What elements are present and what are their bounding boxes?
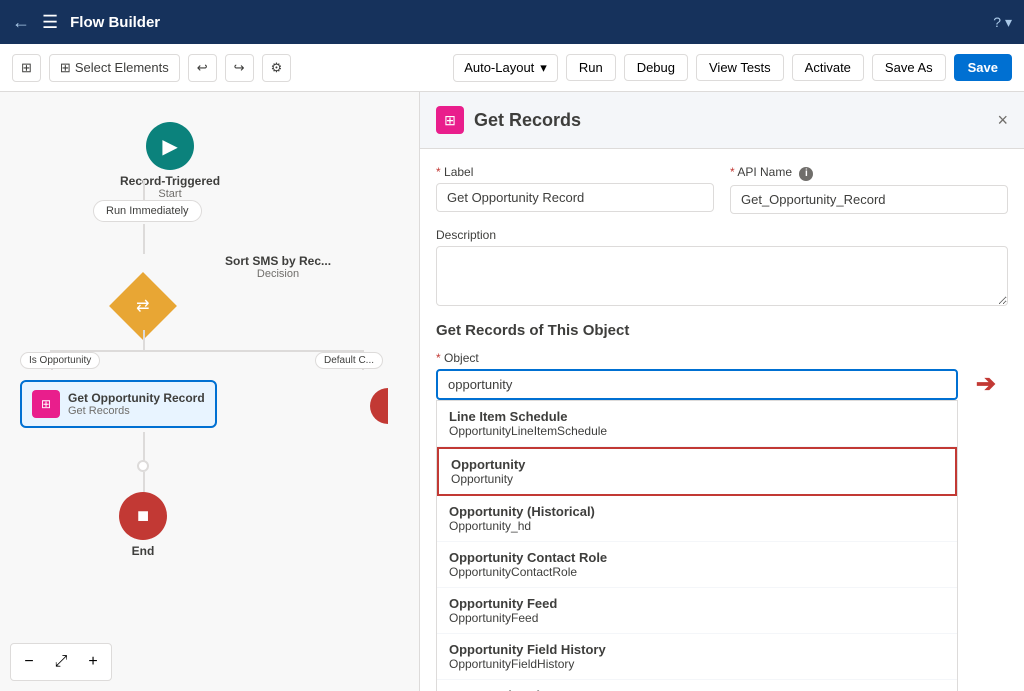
connector-2 xyxy=(143,224,145,254)
close-button[interactable]: × xyxy=(997,110,1008,131)
dropdown-item[interactable]: Opportunity HistoryOpportunityHistory xyxy=(437,680,957,691)
object-label: * Object xyxy=(436,351,958,365)
nav-logo-icon: ☰ xyxy=(42,12,58,33)
side-panel: ⊞ Get Records × * Label * API Name xyxy=(419,92,1024,691)
back-button[interactable]: ← xyxy=(12,12,30,33)
undo-button[interactable]: ↩ xyxy=(188,54,217,82)
decision-diamond: ⇄ xyxy=(119,282,167,330)
connector-dot xyxy=(137,460,149,472)
help-button[interactable]: ? ▾ xyxy=(993,14,1012,31)
object-field-wrap: ➔ xyxy=(436,369,958,400)
delete-indicator xyxy=(370,388,406,424)
activate-button[interactable]: Activate xyxy=(792,54,864,81)
flow-canvas: ▶ Record-Triggered Start Run Immediately… xyxy=(0,92,420,691)
zoom-out-button[interactable]: − xyxy=(15,648,43,676)
dropdown-item[interactable]: Opportunity (Historical)Opportunity_hd xyxy=(437,496,957,542)
dropdown-item[interactable]: Opportunity Contact RoleOpportunityConta… xyxy=(437,542,957,588)
view-tests-button[interactable]: View Tests xyxy=(696,54,784,81)
end-icon: ■ xyxy=(119,492,167,540)
run-immediately-pill: Run Immediately xyxy=(93,200,202,222)
debug-button[interactable]: Debug xyxy=(624,54,688,81)
label-field-label: * Label xyxy=(436,165,714,179)
settings-button[interactable]: ⚙ xyxy=(262,54,292,82)
label-input[interactable] xyxy=(436,183,714,212)
default-label: Default C... xyxy=(315,352,383,369)
api-name-input[interactable] xyxy=(730,185,1008,214)
label-field: * Label xyxy=(436,165,714,214)
save-button[interactable]: Save xyxy=(954,54,1012,81)
nav-title: Flow Builder xyxy=(70,14,160,31)
toolbar: ⊞ ⊞ Select Elements ↩ ↪ ⚙ Auto-Layout ▾ … xyxy=(0,44,1024,92)
panel-title: Get Records xyxy=(474,110,581,131)
select-icon: ⊞ xyxy=(60,60,71,76)
red-arrow-icon: ➔ xyxy=(976,370,996,399)
redo-button[interactable]: ↪ xyxy=(225,54,254,82)
api-info-icon[interactable]: i xyxy=(799,167,813,181)
select-elements-button[interactable]: ⊞ Select Elements xyxy=(49,54,180,82)
start-node[interactable]: ▶ Record-Triggered Start xyxy=(120,122,220,200)
object-field: * Object ➔ xyxy=(436,351,1008,400)
connector-8 xyxy=(143,432,145,462)
nav-bar: ← ☰ Flow Builder ? ▾ xyxy=(0,0,1024,44)
fit-view-button[interactable]: ⤢ xyxy=(47,648,75,676)
connector-3 xyxy=(143,330,145,350)
api-name-field: * API Name i xyxy=(730,165,1008,214)
canvas-area: ▶ Record-Triggered Start Run Immediately… xyxy=(0,92,1024,691)
expand-button[interactable]: ⊞ xyxy=(12,54,41,82)
connector-1 xyxy=(143,180,145,200)
section-title: Get Records of This Object xyxy=(436,322,1008,339)
description-label: Description xyxy=(436,228,1008,242)
start-icon: ▶ xyxy=(146,122,194,170)
bottom-toolbar: − ⤢ + xyxy=(10,643,112,681)
dropdown-item[interactable]: Line Item ScheduleOpportunityLineItemSch… xyxy=(437,401,957,447)
get-record-node[interactable]: ⊞ Get Opportunity Record Get Records xyxy=(20,380,217,428)
get-records-icon: ⊞ xyxy=(32,390,60,418)
end-node[interactable]: ■ End xyxy=(119,492,167,558)
zoom-in-button[interactable]: + xyxy=(79,648,107,676)
panel-header: ⊞ Get Records × xyxy=(420,92,1024,149)
chevron-down-icon: ▾ xyxy=(540,60,547,76)
auto-layout-button[interactable]: Auto-Layout ▾ xyxy=(453,54,558,82)
dropdown-item[interactable]: Opportunity FeedOpportunityFeed xyxy=(437,588,957,634)
object-input[interactable] xyxy=(436,369,958,400)
description-textarea[interactable] xyxy=(436,246,1008,306)
api-name-label: * API Name i xyxy=(730,165,1008,181)
description-field: Description xyxy=(436,228,1008,306)
label-api-row: * Label * API Name i xyxy=(436,165,1008,214)
save-as-button[interactable]: Save As xyxy=(872,54,946,81)
object-dropdown-list: Line Item ScheduleOpportunityLineItemSch… xyxy=(436,400,958,691)
dropdown-item[interactable]: Opportunity Field HistoryOpportunityFiel… xyxy=(437,634,957,680)
panel-icon: ⊞ xyxy=(436,106,464,134)
is-opportunity-label: Is Opportunity xyxy=(20,352,100,369)
dropdown-item[interactable]: OpportunityOpportunity xyxy=(437,447,957,496)
sort-decision-node[interactable]: Sort SMS by Rec... Decision xyxy=(225,254,331,280)
run-button[interactable]: Run xyxy=(566,54,616,81)
panel-body: * Label * API Name i Description xyxy=(420,149,1024,691)
